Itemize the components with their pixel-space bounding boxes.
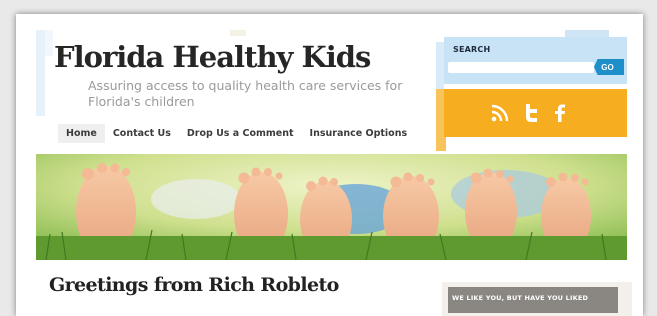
nav-item-drop-us-a-comment[interactable]: Drop Us a Comment <box>179 124 302 143</box>
header-decoration <box>230 30 246 36</box>
kids-feet-photo <box>36 154 627 260</box>
page: Florida Healthy Kids Assuring access to … <box>16 14 643 316</box>
rss-icon[interactable] <box>488 101 512 125</box>
facebook-icon[interactable] <box>548 101 572 125</box>
nav-item-contact-us[interactable]: Contact Us <box>105 124 179 143</box>
site-title[interactable]: Florida Healthy Kids <box>54 40 371 74</box>
social-links <box>444 89 627 137</box>
post-title[interactable]: Greetings from Rich Robleto <box>49 274 339 296</box>
nav-item-insurance-options[interactable]: Insurance Options <box>302 124 416 143</box>
site-tagline: Assuring access to quality health care s… <box>88 78 403 109</box>
header-banner-image <box>36 154 627 260</box>
header-decoration <box>45 30 53 56</box>
search-label: SEARCH <box>453 45 491 54</box>
twitter-icon[interactable] <box>519 101 543 125</box>
facebook-like-widget: WE LIKE YOU, BUT HAVE YOU LIKED <box>442 282 632 316</box>
search-widget: SEARCH GO <box>444 37 627 84</box>
search-go-button[interactable]: GO <box>594 59 624 75</box>
header-decoration <box>36 30 45 116</box>
main-nav: Home Contact Us Drop Us a Comment Insura… <box>58 124 415 143</box>
widget-header-text: WE LIKE YOU, BUT HAVE YOU LIKED <box>452 294 589 302</box>
search-input[interactable] <box>448 62 594 73</box>
nav-item-home[interactable]: Home <box>58 124 105 143</box>
